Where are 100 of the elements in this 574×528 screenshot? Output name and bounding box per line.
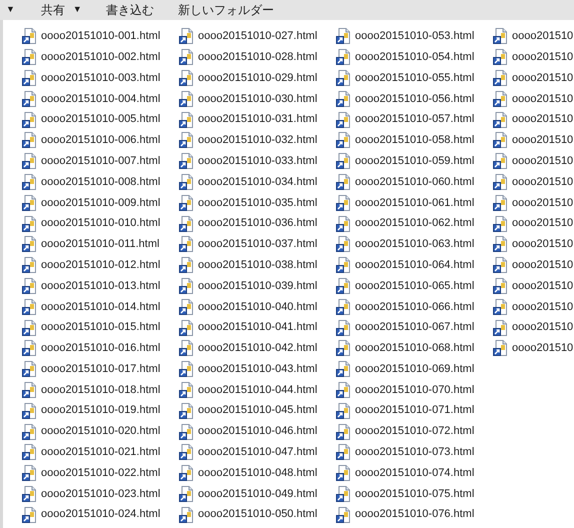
file-item[interactable]: oooo20151010-061.html: [336, 192, 493, 214]
file-item[interactable]: oooo20151010-066.html: [336, 296, 493, 318]
file-item[interactable]: oooo20151010-040.html: [179, 296, 336, 318]
file-item[interactable]: oooo20151010-010.html: [22, 213, 179, 234]
file-item[interactable]: oooo201510: [493, 213, 574, 234]
file-item[interactable]: oooo20151010-033.html: [179, 150, 336, 172]
file-item[interactable]: oooo20151010-062.html: [336, 213, 493, 234]
file-item[interactable]: oooo20151010-050.html: [179, 504, 336, 526]
file-item[interactable]: oooo20151010-023.html: [22, 484, 179, 504]
file-item[interactable]: oooo201510: [493, 26, 574, 47]
file-item[interactable]: oooo20151010-071.html: [336, 400, 493, 422]
file-item[interactable]: oooo201510: [493, 130, 574, 151]
file-item[interactable]: oooo20151010-022.html: [22, 462, 179, 484]
file-item[interactable]: oooo20151010-069.html: [336, 358, 493, 380]
file-item[interactable]: oooo20151010-024.html: [22, 504, 179, 526]
file-item[interactable]: oooo20151010-017.html: [22, 358, 179, 380]
file-item[interactable]: oooo20151010-031.html: [179, 109, 336, 130]
file-item[interactable]: oooo20151010-005.html: [22, 109, 179, 130]
html-shortcut-icon: [336, 382, 352, 398]
file-item[interactable]: oooo201510: [493, 172, 574, 192]
file-item[interactable]: oooo20151010-076.html: [336, 504, 493, 526]
toolbar-button[interactable]: 新しいフォルダー: [166, 0, 286, 20]
file-item[interactable]: oooo20151010-055.html: [336, 68, 493, 88]
file-item[interactable]: oooo20151010-065.html: [336, 276, 493, 296]
file-item[interactable]: oooo20151010-057.html: [336, 109, 493, 130]
file-item[interactable]: oooo20151010-047.html: [179, 442, 336, 463]
file-item[interactable]: oooo20151010-070.html: [336, 380, 493, 400]
file-item[interactable]: oooo20151010-067.html: [336, 317, 493, 338]
html-shortcut-icon: [179, 361, 195, 378]
file-item[interactable]: oooo20151010-007.html: [22, 150, 179, 172]
file-item[interactable]: oooo20151010-027.html: [179, 26, 336, 47]
file-item[interactable]: oooo20151010-032.html: [179, 130, 336, 151]
file-item[interactable]: oooo20151010-014.html: [22, 296, 179, 318]
file-item[interactable]: oooo20151010-053.html: [336, 26, 493, 47]
file-item[interactable]: oooo20151010-054.html: [336, 46, 493, 68]
file-item[interactable]: oooo20151010-048.html: [179, 462, 336, 484]
file-item[interactable]: oooo20151010-018.html: [22, 380, 179, 400]
file-item[interactable]: oooo20151010-001.html: [22, 26, 179, 47]
file-item[interactable]: oooo20151010-039.html: [179, 276, 336, 296]
file-item[interactable]: oooo20151010-030.html: [179, 88, 336, 110]
file-item[interactable]: oooo201510: [493, 317, 574, 338]
dropdown-button[interactable]: ▼: [0, 0, 29, 20]
file-item[interactable]: oooo20151010-042.html: [179, 338, 336, 359]
html-shortcut-icon: [336, 216, 352, 232]
toolbar-button[interactable]: 書き込む: [94, 0, 166, 20]
file-item[interactable]: oooo201510: [493, 192, 574, 214]
file-item[interactable]: oooo20151010-029.html: [179, 68, 336, 88]
file-item[interactable]: oooo20151010-036.html: [179, 213, 336, 234]
file-item[interactable]: oooo201510: [493, 88, 574, 110]
file-item[interactable]: oooo20151010-068.html: [336, 338, 493, 359]
file-item[interactable]: oooo201510: [493, 150, 574, 172]
html-shortcut-icon: [179, 49, 195, 66]
file-item[interactable]: oooo20151010-049.html: [179, 484, 336, 504]
file-item[interactable]: oooo201510: [493, 338, 574, 359]
file-item[interactable]: oooo201510: [493, 46, 574, 68]
file-item[interactable]: oooo20151010-015.html: [22, 317, 179, 338]
file-item[interactable]: oooo20151010-003.html: [22, 68, 179, 88]
file-item[interactable]: oooo20151010-004.html: [22, 88, 179, 110]
file-item[interactable]: oooo20151010-008.html: [22, 172, 179, 192]
file-item[interactable]: oooo20151010-016.html: [22, 338, 179, 359]
file-item[interactable]: oooo20151010-063.html: [336, 234, 493, 255]
file-item[interactable]: oooo201510: [493, 296, 574, 318]
file-item[interactable]: oooo20151010-041.html: [179, 317, 336, 338]
file-item[interactable]: oooo20151010-013.html: [22, 276, 179, 296]
file-item[interactable]: oooo20151010-012.html: [22, 254, 179, 276]
file-item[interactable]: oooo20151010-059.html: [336, 150, 493, 172]
file-item[interactable]: oooo20151010-072.html: [336, 421, 493, 442]
file-item[interactable]: oooo20151010-064.html: [336, 254, 493, 276]
file-item[interactable]: oooo20151010-075.html: [336, 484, 493, 504]
file-item[interactable]: oooo201510: [493, 234, 574, 255]
file-item[interactable]: oooo201510: [493, 109, 574, 130]
file-item[interactable]: oooo201510: [493, 254, 574, 276]
file-item[interactable]: oooo201510: [493, 276, 574, 296]
file-item[interactable]: oooo20151010-038.html: [179, 254, 336, 276]
html-shortcut-icon: [22, 236, 38, 252]
html-shortcut-icon: [22, 424, 38, 440]
file-item[interactable]: oooo20151010-045.html: [179, 400, 336, 422]
file-item[interactable]: oooo20151010-028.html: [179, 46, 336, 68]
file-item[interactable]: oooo20151010-009.html: [22, 192, 179, 214]
share-menu-button[interactable]: 共有 ▼: [28, 0, 94, 20]
file-item[interactable]: oooo20151010-056.html: [336, 88, 493, 110]
file-item[interactable]: oooo20151010-058.html: [336, 130, 493, 151]
file-item[interactable]: oooo201510: [493, 68, 574, 88]
file-item[interactable]: oooo20151010-037.html: [179, 234, 336, 255]
file-item[interactable]: oooo20151010-019.html: [22, 400, 179, 422]
file-item[interactable]: oooo20151010-043.html: [179, 358, 336, 380]
file-item[interactable]: oooo20151010-020.html: [22, 421, 179, 442]
file-item[interactable]: oooo20151010-060.html: [336, 172, 493, 192]
html-shortcut-icon: [493, 90, 509, 107]
file-item[interactable]: oooo20151010-006.html: [22, 130, 179, 151]
file-item[interactable]: oooo20151010-011.html: [22, 234, 179, 255]
file-item[interactable]: oooo20151010-044.html: [179, 380, 336, 400]
file-item[interactable]: oooo20151010-074.html: [336, 462, 493, 484]
file-item[interactable]: oooo20151010-046.html: [179, 421, 336, 442]
file-item[interactable]: oooo20151010-002.html: [22, 46, 179, 68]
file-item[interactable]: oooo20151010-034.html: [179, 172, 336, 192]
html-shortcut-icon: [336, 28, 352, 44]
file-item[interactable]: oooo20151010-021.html: [22, 442, 179, 463]
file-item[interactable]: oooo20151010-035.html: [179, 192, 336, 214]
file-item[interactable]: oooo20151010-073.html: [336, 442, 493, 463]
